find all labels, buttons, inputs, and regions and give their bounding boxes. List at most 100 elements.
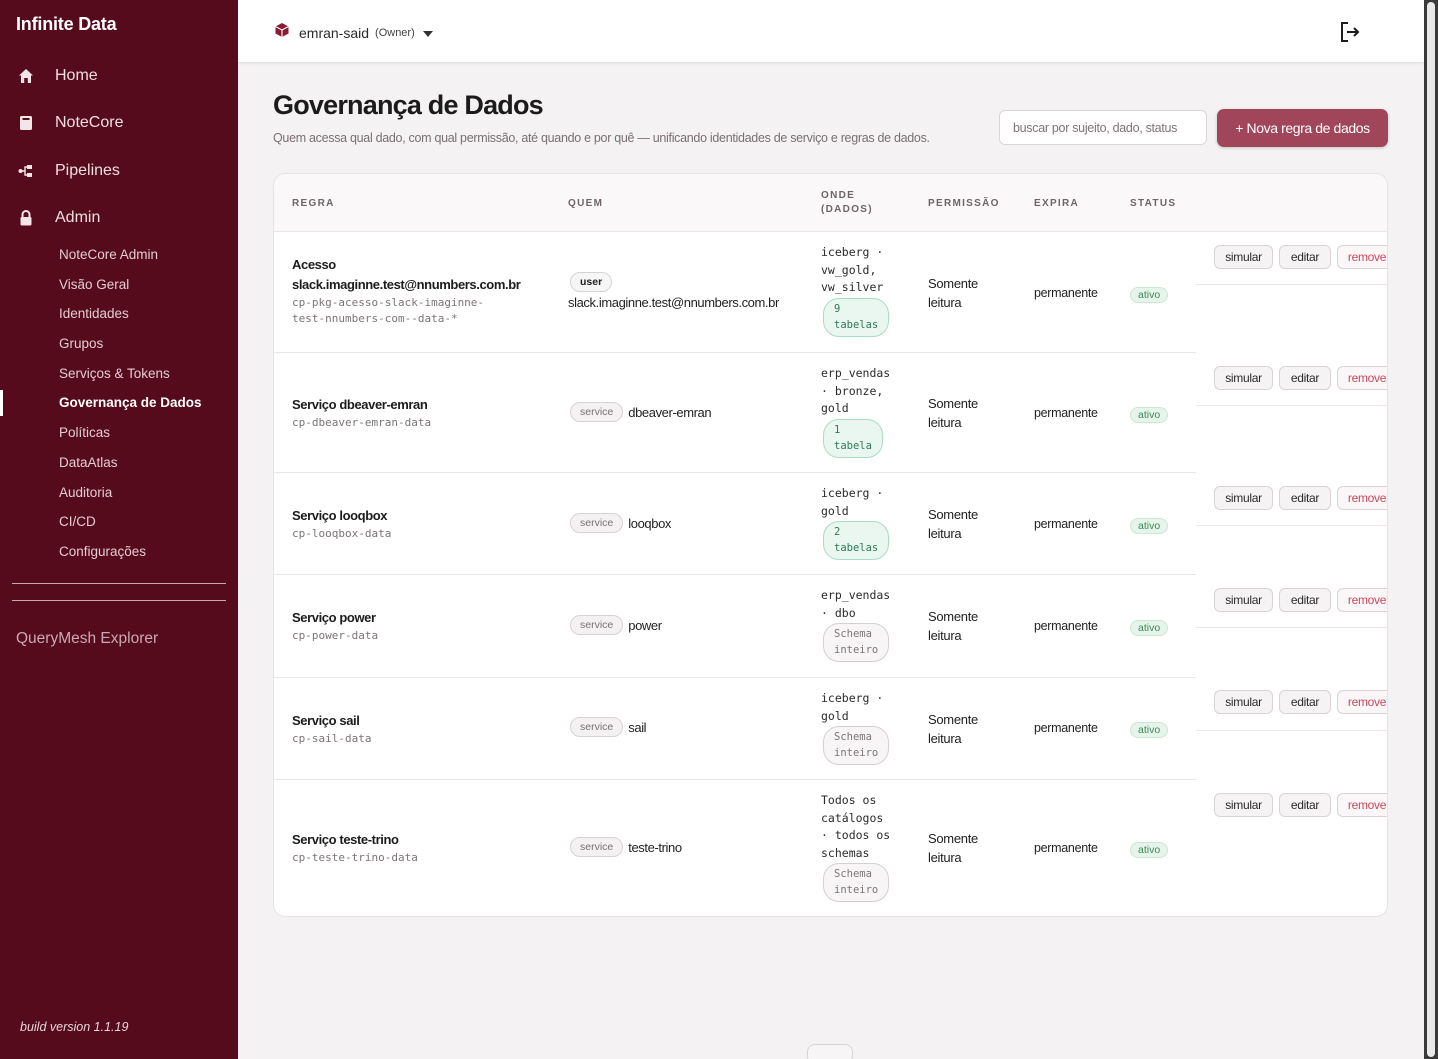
edit-button[interactable]: editar (1279, 366, 1331, 390)
remove-button[interactable]: remove (1337, 366, 1387, 390)
edit-button[interactable]: editar (1279, 690, 1331, 714)
status-badge: ativo (1130, 518, 1169, 534)
column-header-expira: EXPIRA (1034, 198, 1080, 209)
row-divider (1196, 627, 1387, 628)
scope-badge: Schema inteiro (823, 726, 890, 765)
page-scrollbar[interactable] (1424, 0, 1438, 1059)
expires-cell: permanente (1034, 406, 1098, 420)
logout-icon[interactable] (1338, 20, 1362, 44)
permission-line: Somente (928, 276, 978, 291)
status-badge: ativo (1130, 620, 1169, 636)
remove-button[interactable]: remove (1337, 793, 1387, 817)
where-line: gold (821, 708, 849, 723)
expires-cell: permanente (1034, 619, 1098, 633)
simulate-button[interactable]: simular (1214, 366, 1273, 390)
where-line: schemas (821, 845, 870, 860)
rule-cell: Serviço looqbox cp-looqbox-data (292, 506, 391, 542)
org-name: emran-said (299, 24, 370, 41)
table-row: Serviço sail cp-sail-data service sail i… (274, 678, 1387, 780)
sidebar-item-governanca-de-dados[interactable]: Governança de Dados (0, 388, 238, 418)
scope-unit: tabelas (834, 318, 879, 331)
simulate-button[interactable]: simular (1214, 793, 1273, 817)
sidebar-item-visao-geral[interactable]: Visão Geral (0, 270, 238, 300)
where-line: · bronze, (821, 383, 884, 398)
sidebar-item-notecore-admin[interactable]: NoteCore Admin (0, 240, 238, 270)
rule-id: test-nnumbers-com--data-* (292, 312, 458, 325)
status-badge: ativo (1130, 407, 1169, 423)
where-cell: erp_vendas · dbo Schema inteiro (821, 587, 911, 662)
status-cell: ativo (1130, 618, 1169, 636)
scope-unit: tabelas (834, 542, 879, 554)
who-name: dbeaver-emran (628, 404, 712, 420)
who-name: sail (628, 719, 647, 735)
rule-cell: Acesso slack.imaginne.test@nnumbers.com.… (292, 255, 521, 327)
where-cell: Todos os catálogos · todos os schemas Sc… (821, 792, 911, 902)
sidebar-item-admin[interactable]: Admin (0, 195, 238, 243)
scope-count: Schema (834, 731, 872, 743)
sidebar-item-servicos-tokens[interactable]: Serviços & Tokens (0, 359, 238, 389)
sidebar-item-identidades[interactable]: Identidades (0, 299, 238, 329)
edit-button[interactable]: editar (1279, 793, 1331, 817)
new-data-rule-button[interactable]: + Nova regra de dados (1217, 109, 1388, 147)
remove-button[interactable]: remove (1337, 245, 1387, 269)
simulate-button[interactable]: simular (1214, 588, 1273, 612)
where-line: · dbo (821, 605, 856, 620)
remove-button[interactable]: remove (1337, 486, 1387, 510)
rule-name: Serviço looqbox (292, 508, 388, 523)
home-icon (16, 66, 36, 86)
status-cell: ativo (1130, 285, 1169, 303)
org-switcher[interactable]: emran-said (Owner) (274, 22, 433, 43)
simulate-button[interactable]: simular (1214, 690, 1273, 714)
who-cell: service sail (570, 717, 647, 737)
permission-line: leitura (928, 526, 962, 541)
edit-button[interactable]: editar (1279, 588, 1331, 612)
column-header-quem: QUEM (568, 198, 604, 209)
top-bar: emran-said (Owner) (238, 0, 1424, 63)
sidebar-item-grupos[interactable]: Grupos (0, 329, 238, 359)
who-cell: service dbeaver-emran (570, 402, 712, 422)
querymesh-explorer-link[interactable]: QueryMesh Explorer (16, 630, 158, 648)
expires-cell: permanente (1034, 721, 1098, 735)
permission-line: Somente (928, 831, 978, 846)
rule-name: Serviço teste-trino (292, 832, 399, 847)
sidebar: Infinite Data Home NoteCore Pipelines Ad… (0, 0, 238, 1059)
scope-count: 1 (834, 423, 841, 436)
rule-id: cp-pkg-acesso-slack-imaginne- (292, 296, 485, 309)
where-line: erp_vendas (821, 588, 891, 602)
sidebar-item-home[interactable]: Home (0, 52, 238, 100)
permission-line: leitura (928, 415, 962, 430)
permission-line: leitura (928, 628, 962, 643)
table-row: Serviço teste-trino cp-teste-trino-data … (274, 780, 1387, 916)
table-row: Serviço dbeaver-emran cp-dbeaver-emran-d… (274, 353, 1387, 473)
simulate-button[interactable]: simular (1214, 486, 1273, 510)
scope-badge: 1 tabela (823, 418, 883, 458)
expires-cell: permanente (1034, 517, 1098, 531)
edit-button[interactable]: editar (1279, 486, 1331, 510)
permission-line: Somente (928, 396, 978, 411)
row-actions: simular editar remove (1214, 486, 1387, 510)
sidebar-item-auditoria[interactable]: Auditoria (0, 478, 238, 508)
rule-cell: Serviço sail cp-sail-data (292, 711, 371, 747)
search-input[interactable] (999, 110, 1207, 145)
simulate-button[interactable]: simular (1214, 245, 1273, 269)
remove-button[interactable]: remove (1337, 588, 1387, 612)
sidebar-item-notecore[interactable]: NoteCore (0, 100, 238, 148)
scope-unit: inteiro (834, 644, 879, 656)
row-divider (1196, 525, 1387, 526)
sidebar-item-politicas[interactable]: Políticas (0, 418, 238, 448)
rule-cell: Serviço power cp-power-data (292, 608, 378, 644)
scope-unit: inteiro (834, 747, 879, 759)
sidebar-item-configuracoes[interactable]: Configurações (0, 537, 238, 567)
who-type-badge: service (570, 717, 624, 737)
remove-button[interactable]: remove (1337, 690, 1387, 714)
scrollbar-thumb[interactable] (1427, 2, 1435, 1057)
scope-unit: tabela (834, 439, 872, 452)
rule-name: Serviço sail (292, 713, 360, 728)
pagination-control[interactable] (807, 1044, 853, 1059)
sidebar-item-label: NoteCore (55, 114, 124, 132)
sidebar-item-dataatlas[interactable]: DataAtlas (0, 448, 238, 478)
status-cell: ativo (1130, 405, 1169, 423)
edit-button[interactable]: editar (1279, 245, 1331, 269)
sidebar-item-pipelines[interactable]: Pipelines (0, 147, 238, 195)
sidebar-item-cicd[interactable]: CI/CD (0, 507, 238, 537)
